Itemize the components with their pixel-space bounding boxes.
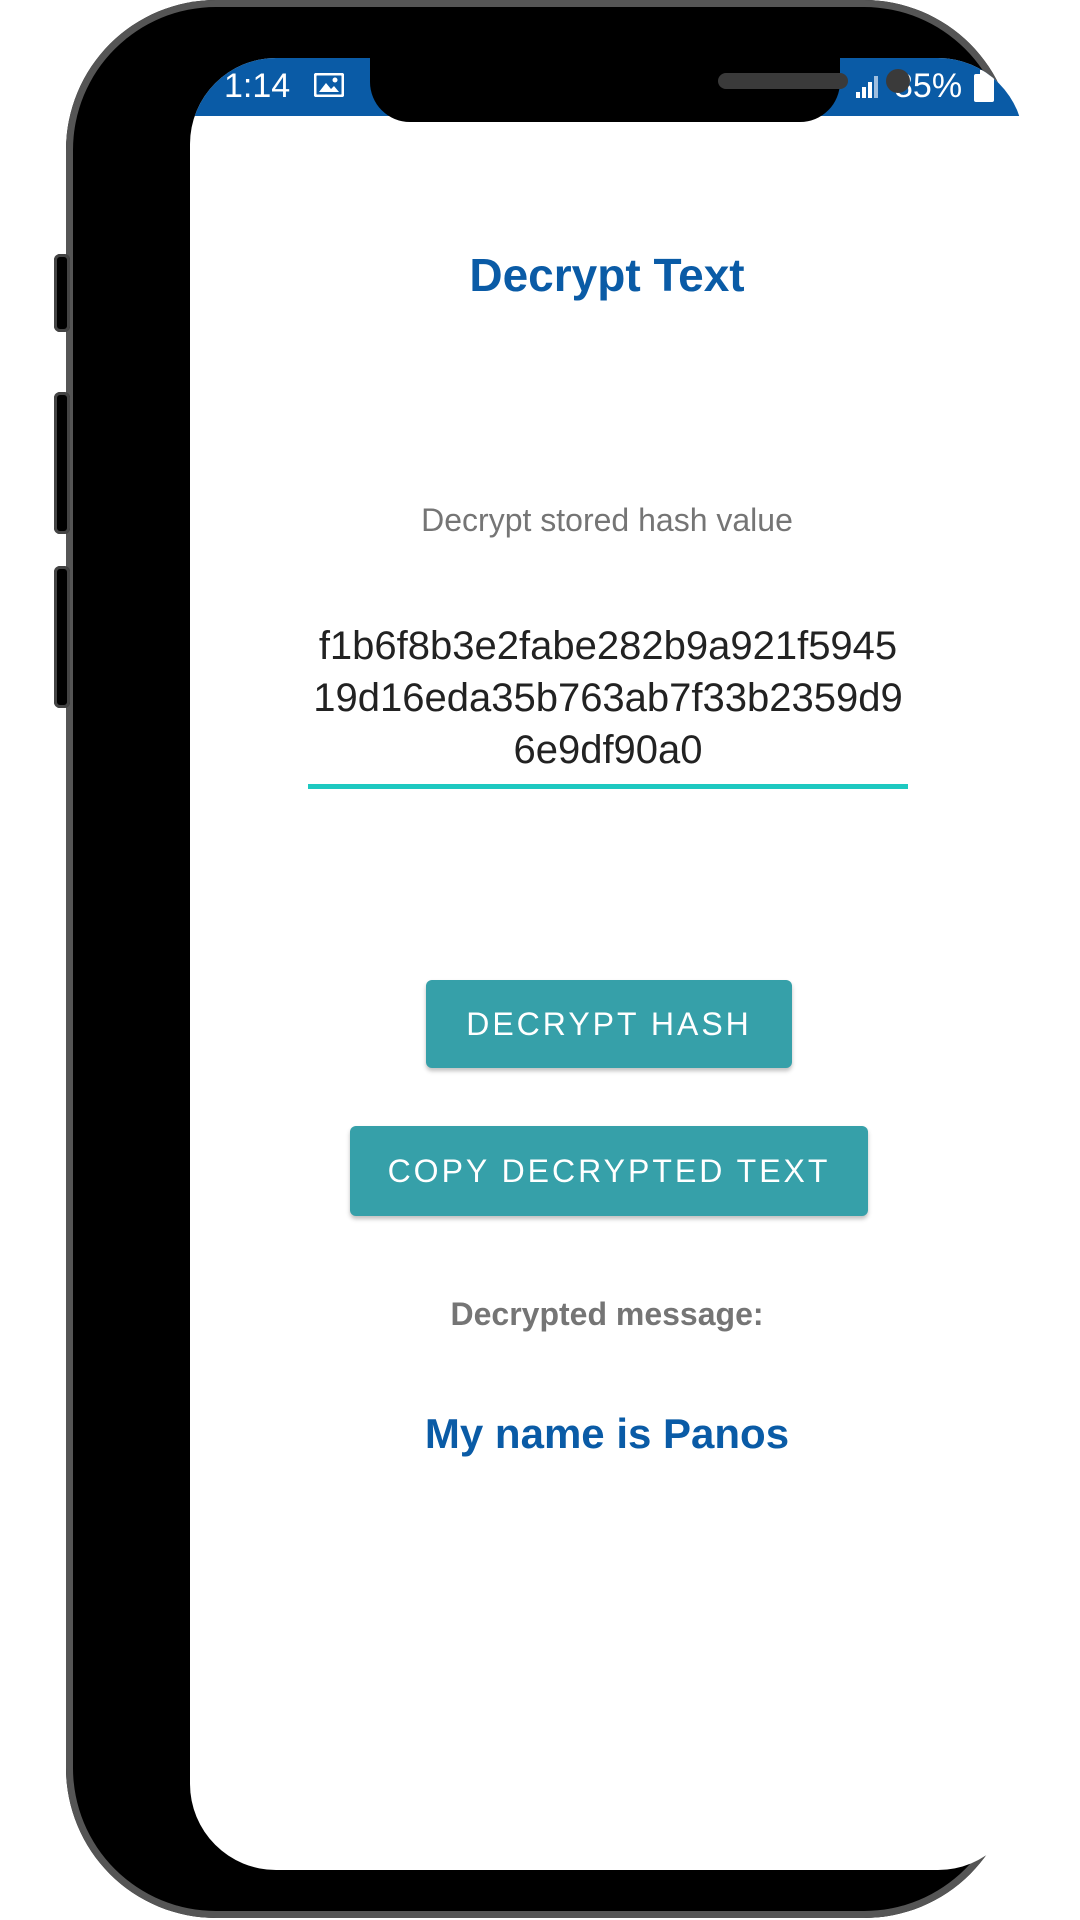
phone-volume-down-button: [54, 566, 70, 708]
phone-side-button: [54, 254, 70, 332]
decrypt-hash-button[interactable]: DECRYPT HASH: [426, 980, 792, 1068]
decrypted-message-label: Decrypted message:: [450, 1296, 764, 1332]
app-screen: 1:14 85% Decrypt Text Decrypt stored has…: [190, 58, 1024, 1870]
battery-icon: [974, 70, 994, 102]
input-hint-label: Decrypt stored hash value: [421, 502, 793, 538]
phone-notch: [370, 58, 910, 122]
phone-frame: 1:14 85% Decrypt Text Decrypt stored has…: [54, 0, 1024, 1918]
speaker-grille: [718, 73, 848, 89]
status-time: 1:14: [224, 67, 291, 105]
page-title: Decrypt Text: [469, 249, 745, 301]
canvas: 1:14 85% Decrypt Text Decrypt stored has…: [0, 0, 1080, 1920]
phone-volume-up-button: [54, 392, 70, 534]
camera-icon: [886, 69, 910, 93]
signal-icon: [854, 74, 880, 100]
copy-decrypted-text-button[interactable]: COPY DECRYPTED TEXT: [350, 1126, 868, 1216]
hash-input-underline: [308, 784, 908, 789]
hash-input-field[interactable]: f1b6f8b3e2fabe282b9a921f594519d16eda35b7…: [308, 620, 908, 776]
decrypted-message-value: My name is Panos: [424, 1410, 790, 1457]
image-icon: [313, 72, 345, 98]
